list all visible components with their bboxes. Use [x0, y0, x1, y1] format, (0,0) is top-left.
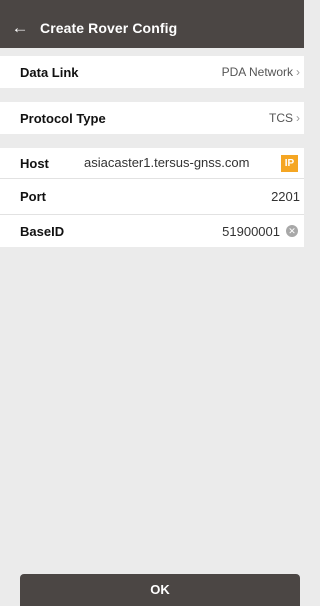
- data-link-value-group: PDA Network ›: [222, 65, 304, 79]
- data-link-value: PDA Network: [221, 65, 293, 79]
- base-id-row[interactable]: BaseID 51900001 ✕: [0, 215, 304, 247]
- ok-button[interactable]: OK: [20, 574, 300, 606]
- protocol-type-value-group: TCS ›: [269, 111, 304, 125]
- page-title: Create Rover Config: [40, 20, 178, 36]
- chevron-right-icon: ›: [296, 111, 300, 125]
- port-label: Port: [20, 189, 46, 204]
- base-id-input[interactable]: 51900001: [222, 224, 280, 239]
- base-id-label: BaseID: [20, 223, 65, 239]
- app-header: ← Create Rover Config: [0, 8, 304, 48]
- protocol-type-value: TCS: [269, 111, 293, 125]
- protocol-type-row[interactable]: Protocol Type TCS ›: [0, 102, 304, 134]
- port-input[interactable]: 2201: [271, 189, 300, 204]
- chevron-right-icon: ›: [296, 65, 300, 79]
- clear-icon[interactable]: ✕: [286, 225, 298, 237]
- host-row[interactable]: Host asiacaster1.tersus-gnss.com IP: [0, 148, 304, 178]
- ip-icon[interactable]: IP: [281, 155, 298, 172]
- host-input[interactable]: asiacaster1.tersus-gnss.com: [84, 148, 249, 178]
- host-label: Host: [20, 155, 49, 171]
- port-value-group: 2201: [271, 189, 300, 204]
- base-id-value-group: 51900001 ✕: [222, 224, 298, 239]
- port-row[interactable]: Port 2201: [0, 179, 304, 214]
- protocol-type-label: Protocol Type: [20, 110, 106, 126]
- data-link-row[interactable]: Data Link PDA Network ›: [0, 56, 304, 88]
- back-arrow-icon[interactable]: ←: [0, 8, 40, 48]
- data-link-label: Data Link: [20, 64, 79, 80]
- status-bar: [0, 0, 304, 8]
